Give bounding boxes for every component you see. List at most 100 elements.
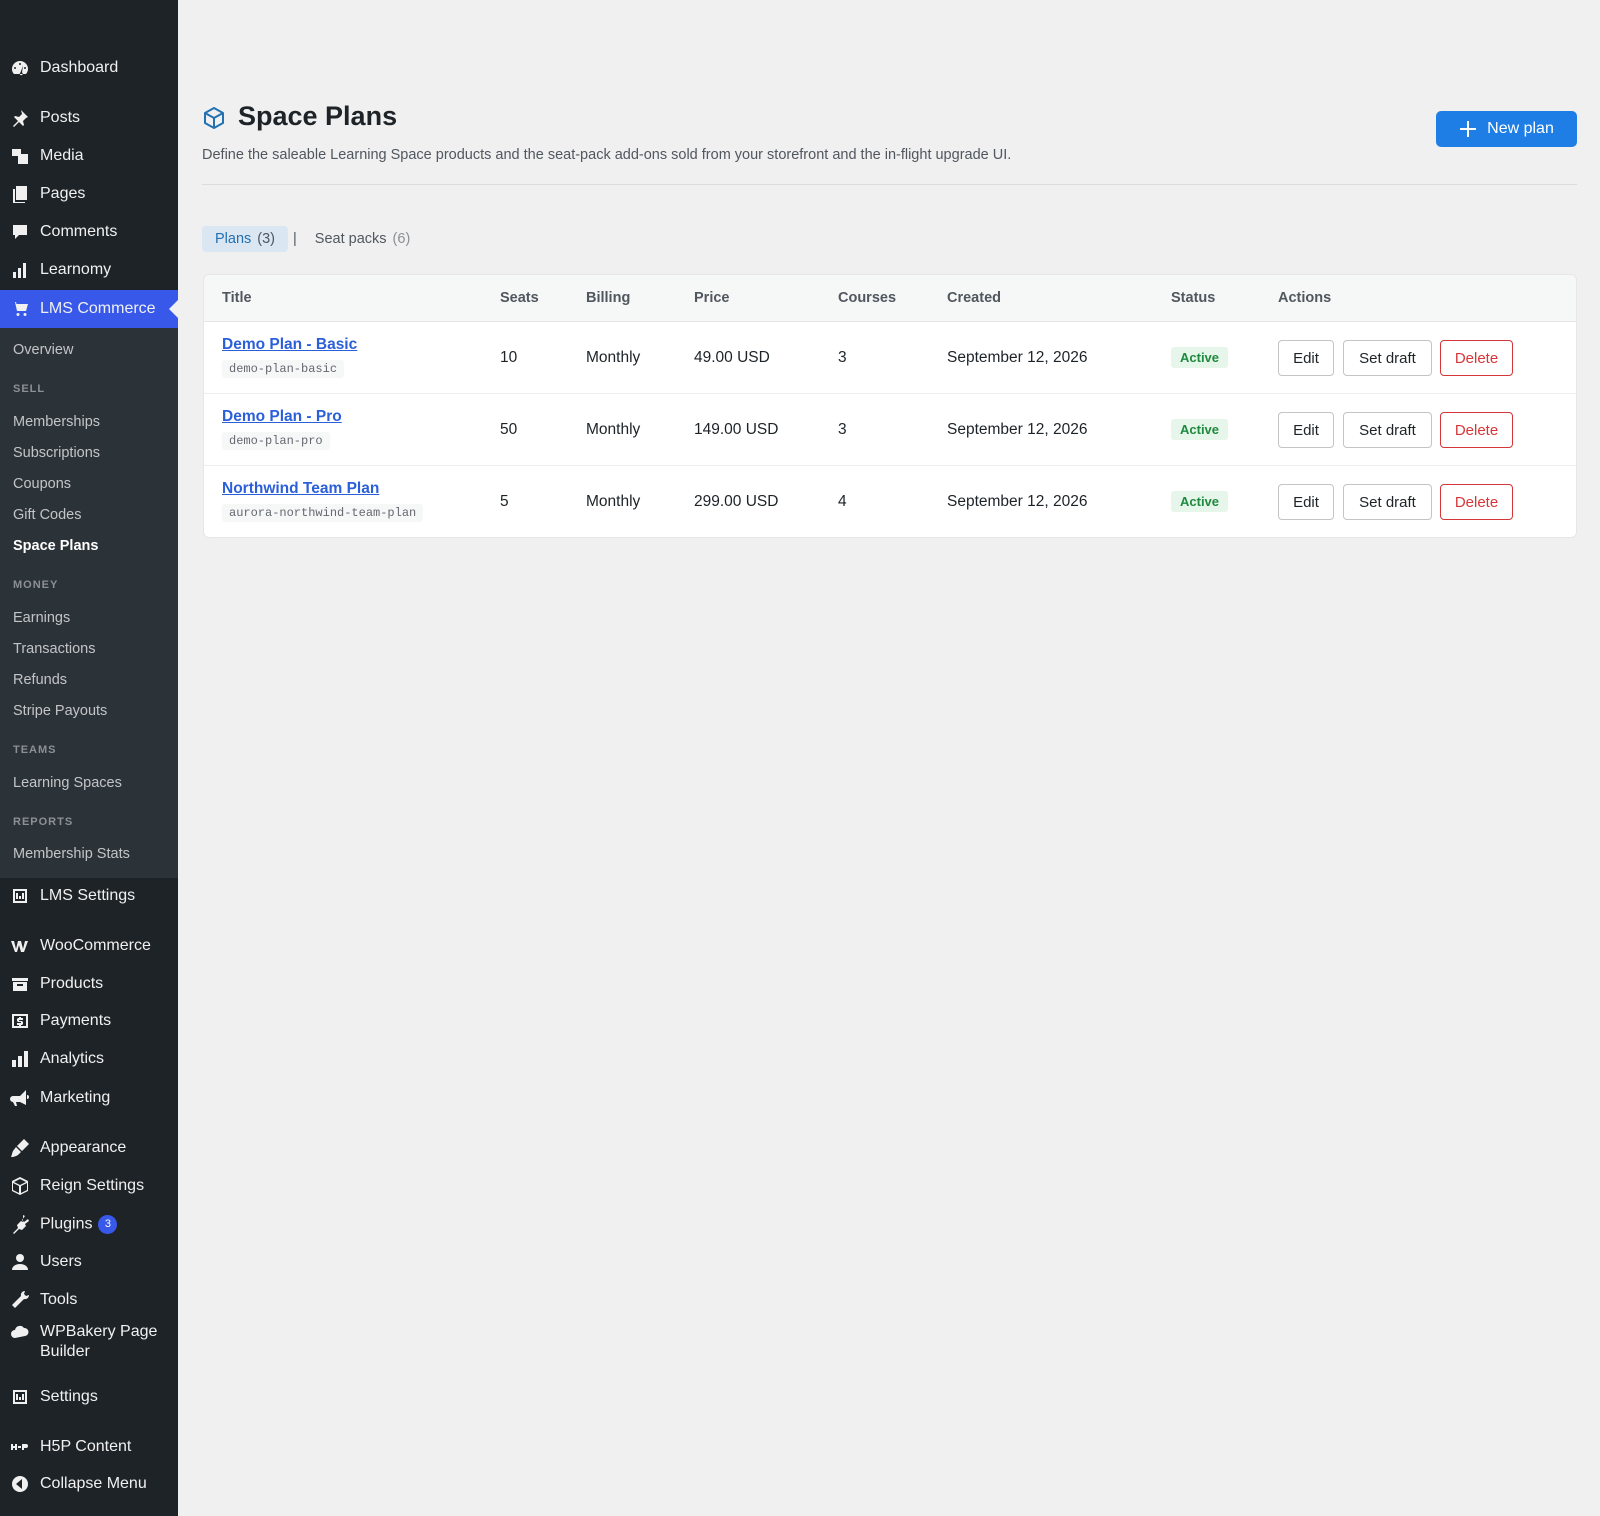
wrench-icon [0, 1283, 40, 1317]
menu-plugins[interactable]: Plugins 3 [0, 1207, 178, 1241]
media-icon [0, 139, 40, 173]
set-draft-button[interactable]: Set draft [1343, 484, 1432, 520]
submenu-space-plans[interactable]: Space Plans [13, 538, 98, 554]
menu-products[interactable]: Products [0, 967, 178, 1001]
menu-h5p[interactable]: H5P Content [0, 1430, 178, 1464]
submenu-transactions[interactable]: Transactions [13, 641, 95, 657]
submenu-overview[interactable]: Overview [13, 342, 73, 358]
menu-learnomy[interactable]: Learnomy [0, 253, 178, 287]
payments-icon [0, 1004, 40, 1038]
menu-label: Comments [40, 223, 118, 240]
menu-lms-commerce[interactable]: LMS Commerce [0, 290, 178, 328]
plan-price: 149.00 USD [694, 421, 779, 438]
menu-wpbakery[interactable]: WPBakery Page Builder [0, 1316, 178, 1368]
menu-reign-settings[interactable]: Reign Settings [0, 1169, 178, 1203]
menu-media[interactable]: Media [0, 139, 178, 173]
edit-button[interactable]: Edit [1278, 412, 1334, 448]
column-status[interactable]: Status [1171, 290, 1215, 306]
status-badge: Active [1171, 347, 1229, 368]
cube-icon [0, 1169, 40, 1203]
menu-comments[interactable]: Comments [0, 215, 178, 249]
plan-seats: 10 [500, 349, 518, 366]
edit-button[interactable]: Edit [1278, 340, 1334, 376]
submenu-memberships[interactable]: Memberships [13, 414, 100, 430]
submenu-learning-spaces[interactable]: Learning Spaces [13, 775, 122, 791]
submenu-refunds[interactable]: Refunds [13, 672, 67, 688]
cloud-icon [0, 1322, 40, 1342]
plan-slug: demo-plan-pro [222, 432, 330, 450]
submenu-heading-reports: REPORTS [13, 816, 74, 828]
menu-label: Plugins 3 [40, 1214, 118, 1234]
set-draft-button[interactable]: Set draft [1343, 412, 1432, 448]
plan-title-link[interactable]: Demo Plan - Basic [222, 336, 357, 354]
plan-courses: 3 [838, 349, 847, 366]
menu-dashboard[interactable]: Dashboard [0, 51, 178, 85]
woocommerce-icon [0, 929, 40, 963]
submenu-earnings[interactable]: Earnings [13, 610, 70, 626]
menu-label: Analytics [40, 1050, 105, 1067]
column-seats[interactable]: Seats [500, 290, 539, 306]
menu-lms-settings[interactable]: LMS Settings [0, 879, 178, 913]
submenu-stripe-payouts[interactable]: Stripe Payouts [13, 703, 107, 719]
menu-label: Tools [40, 1291, 78, 1308]
submenu-membership-stats[interactable]: Membership Stats [13, 846, 130, 862]
main-content: Space Plans Define the saleable Learning… [178, 0, 1600, 1516]
plan-price: 299.00 USD [694, 493, 779, 510]
plan-created: September 12, 2026 [947, 493, 1088, 510]
plugin-icon [0, 1207, 40, 1241]
menu-pages[interactable]: Pages [0, 177, 178, 211]
delete-button[interactable]: Delete [1440, 484, 1513, 520]
delete-button[interactable]: Delete [1440, 340, 1513, 376]
set-draft-button[interactable]: Set draft [1343, 340, 1432, 376]
column-created[interactable]: Created [947, 290, 1001, 306]
tab-seat-packs[interactable]: Seat packs (6) [302, 226, 423, 252]
submenu-heading-money: MONEY [13, 579, 59, 591]
tab-label: Plans [215, 231, 252, 247]
column-courses[interactable]: Courses [838, 290, 896, 306]
menu-analytics[interactable]: Analytics [0, 1042, 178, 1076]
column-billing[interactable]: Billing [586, 290, 630, 306]
plan-seats: 50 [500, 421, 518, 438]
tab-plans[interactable]: Plans (3) [202, 226, 289, 252]
plan-courses: 3 [838, 421, 847, 438]
menu-posts[interactable]: Posts [0, 101, 178, 135]
menu-payments[interactable]: Payments [0, 1004, 178, 1038]
plan-title-link[interactable]: Northwind Team Plan [222, 480, 379, 498]
header-divider [202, 184, 1577, 185]
h5p-icon [0, 1430, 40, 1464]
menu-users[interactable]: Users [0, 1245, 178, 1279]
menu-appearance[interactable]: Appearance [0, 1131, 178, 1165]
plan-title-link[interactable]: Demo Plan - Pro [222, 408, 342, 426]
column-title[interactable]: Title [222, 290, 252, 306]
plan-courses: 4 [838, 493, 847, 510]
menu-tools[interactable]: Tools [0, 1283, 178, 1317]
menu-label: Learnomy [40, 261, 112, 278]
menu-label: LMS Commerce [40, 300, 156, 317]
column-price[interactable]: Price [694, 290, 729, 306]
plugins-update-badge: 3 [98, 1214, 118, 1234]
menu-woocommerce[interactable]: WooCommerce [0, 929, 178, 963]
plan-price: 49.00 USD [694, 349, 770, 366]
chart-icon [0, 253, 40, 287]
menu-label: WPBakery Page Builder [40, 1323, 158, 1360]
menu-label: LMS Settings [40, 887, 136, 904]
collapse-menu-button[interactable]: Collapse Menu [0, 1467, 178, 1501]
menu-label: Settings [40, 1388, 98, 1405]
table-header: Title Seats Billing Price Courses Create… [204, 275, 1576, 322]
delete-button[interactable]: Delete [1440, 412, 1513, 448]
table-row: Northwind Team Plan aurora-northwind-tea… [204, 466, 1576, 537]
menu-settings[interactable]: Settings [0, 1380, 178, 1414]
plan-billing: Monthly [586, 421, 641, 438]
submenu-subscriptions[interactable]: Subscriptions [13, 445, 100, 461]
new-plan-button[interactable]: New plan [1436, 111, 1577, 147]
menu-label: Dashboard [40, 59, 119, 76]
plan-billing: Monthly [586, 493, 641, 510]
menu-marketing[interactable]: Marketing [0, 1081, 178, 1115]
submenu-gift-codes[interactable]: Gift Codes [13, 507, 82, 523]
plan-created: September 12, 2026 [947, 421, 1088, 438]
menu-label: Users [40, 1253, 82, 1270]
plus-icon [1460, 121, 1477, 137]
edit-button[interactable]: Edit [1278, 484, 1334, 520]
status-badge: Active [1171, 491, 1229, 512]
submenu-coupons[interactable]: Coupons [13, 476, 71, 492]
